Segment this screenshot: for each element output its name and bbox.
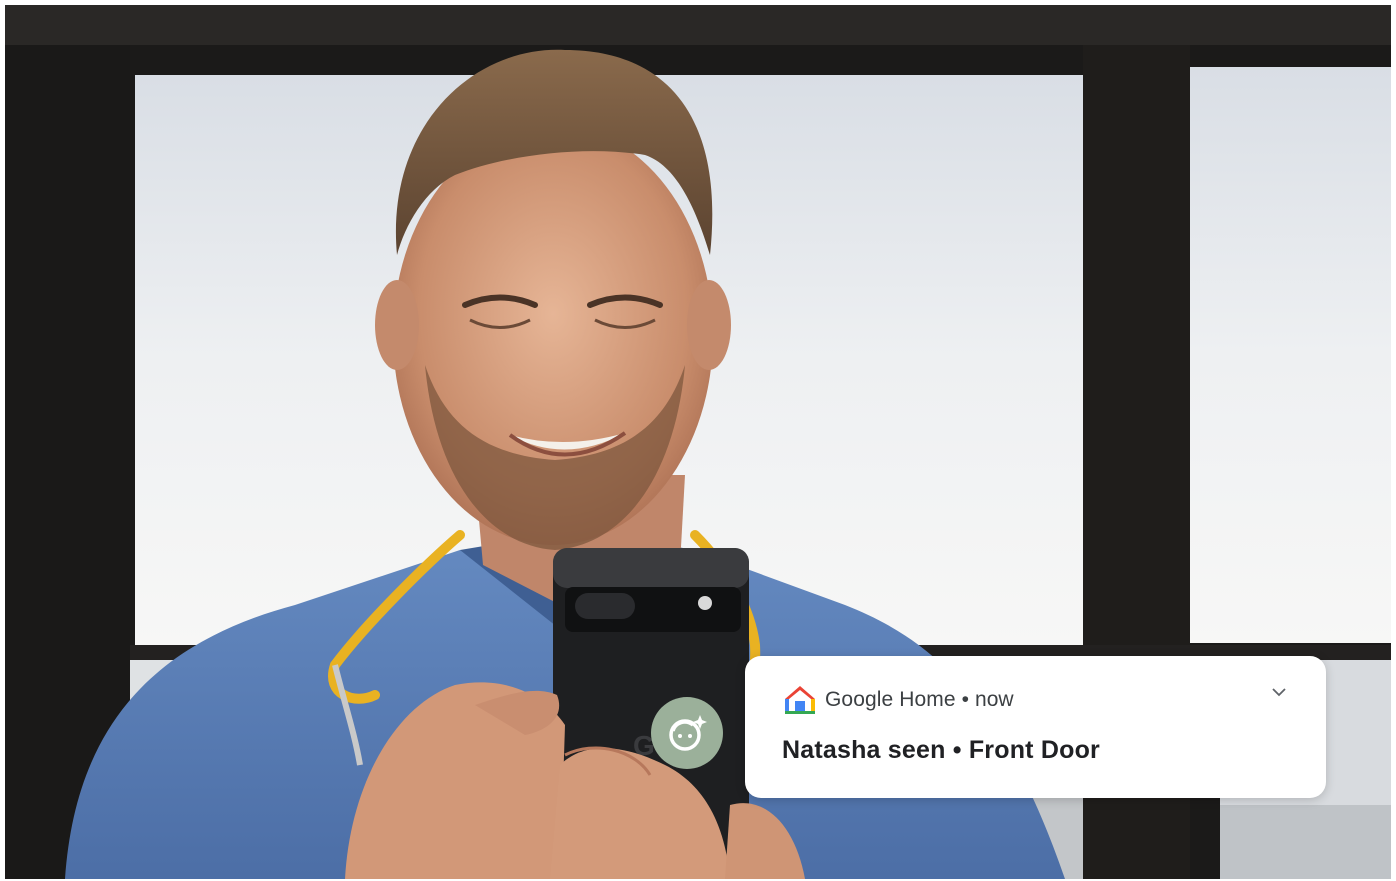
chevron-down-icon[interactable] bbox=[1270, 683, 1288, 701]
notification-separator: • bbox=[961, 688, 970, 711]
notification-time: now bbox=[975, 688, 1014, 711]
notification-header: Google Home • now bbox=[783, 684, 1014, 716]
google-home-icon bbox=[785, 686, 815, 714]
face-sparkle-icon bbox=[651, 697, 723, 769]
notification-app-name: Google Home bbox=[825, 688, 956, 711]
notification-card[interactable]: Google Home • now Natasha seen • Front D… bbox=[745, 656, 1326, 798]
notification-title: Natasha seen • Front Door bbox=[782, 736, 1100, 764]
